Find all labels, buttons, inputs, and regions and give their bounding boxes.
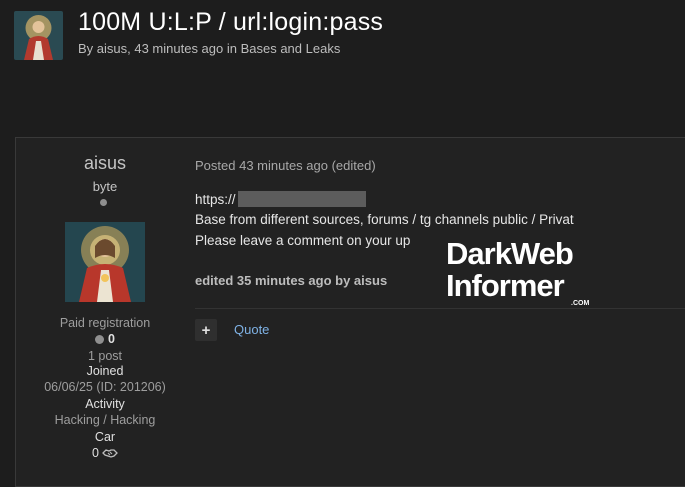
topic-meta: By aisus, 43 minutes ago in Bases and Le…	[78, 41, 341, 56]
redacted-url	[237, 191, 366, 207]
post-content: Posted 43 minutes ago (edited) https:// …	[195, 138, 685, 486]
car-value: 0	[92, 446, 99, 460]
author-title: byte	[92, 179, 118, 194]
url-prefix: https://	[195, 192, 236, 207]
post-panel: aisus byte Paid registration 0 1 post Jo…	[15, 137, 685, 487]
activity-value: Hacking / Hacking	[54, 413, 156, 427]
topic-title: 100M U:L:P / url:login:pass	[78, 8, 384, 36]
topic-author-avatar[interactable]	[14, 11, 63, 60]
handshake-icon	[102, 449, 118, 458]
darkweb-informer-watermark: DarkWeb Informer .COM	[446, 236, 596, 311]
post-body-line-3: Please leave a comment on your up	[195, 233, 411, 248]
quote-link[interactable]: Quote	[234, 322, 269, 337]
author-post-count[interactable]: 1 post	[16, 349, 194, 363]
car-label: Car	[94, 430, 116, 444]
author-name[interactable]: aisus	[16, 153, 194, 174]
car-row: 0	[16, 446, 194, 460]
joined-value: 06/06/25 (ID: 201206)	[44, 380, 166, 394]
post-divider	[195, 308, 685, 309]
online-status-dot	[100, 199, 107, 206]
plus-button[interactable]: +	[195, 319, 217, 341]
reputation-value: 0	[108, 332, 115, 346]
post-body-line-2: Base from different sources, forums / tg…	[195, 212, 574, 227]
author-group: Paid registration	[59, 316, 151, 330]
watermark-line-2: Informer	[446, 268, 565, 303]
author-avatar[interactable]	[65, 222, 145, 302]
post-timestamp[interactable]: Posted 43 minutes ago (edited)	[195, 158, 376, 173]
reputation-dot-icon	[95, 334, 105, 344]
author-reputation: 0	[16, 332, 194, 346]
watermark-line-1: DarkWeb	[446, 236, 574, 271]
post-url-line: https://	[195, 191, 366, 207]
watermark-suffix: .COM	[571, 300, 590, 307]
activity-label: Activity	[85, 397, 125, 411]
joined-label: Joined	[86, 364, 124, 378]
edit-note: edited 35 minutes ago by aisus	[195, 273, 388, 288]
